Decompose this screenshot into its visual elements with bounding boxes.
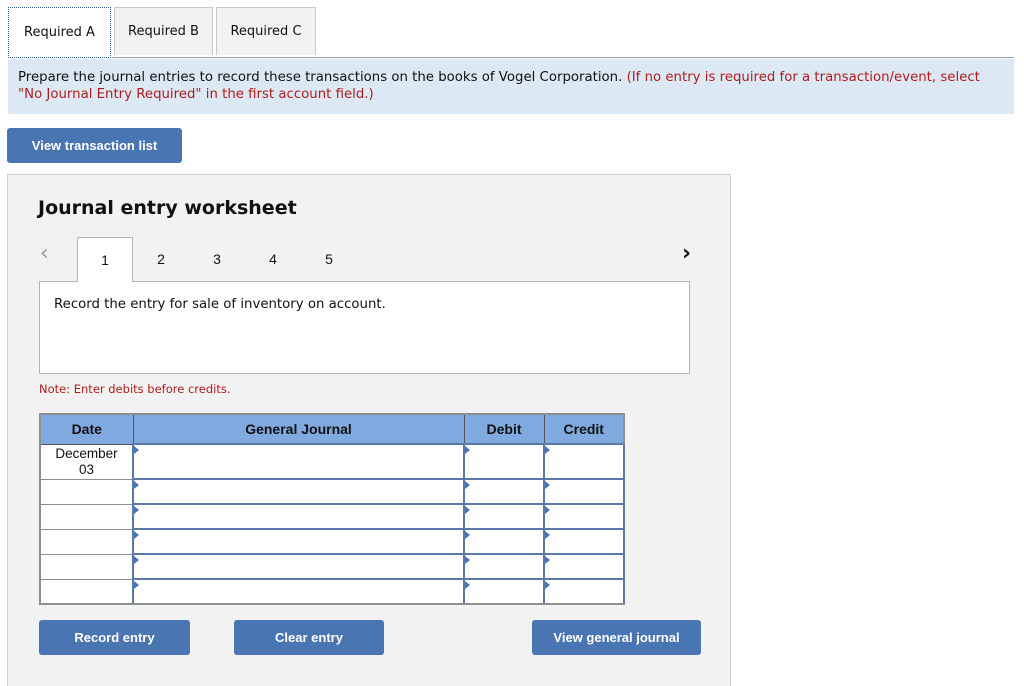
tab-required-a[interactable]: Required A bbox=[8, 7, 111, 58]
journal-table-header: Date General Journal Debit Credit bbox=[39, 413, 625, 445]
view-transaction-list-button[interactable]: View transaction list bbox=[7, 128, 182, 163]
worksheet-title: Journal entry worksheet bbox=[38, 197, 297, 219]
dropdown-indicator-icon bbox=[465, 506, 470, 514]
debit-cell[interactable] bbox=[463, 553, 547, 580]
credit-input[interactable] bbox=[545, 444, 627, 479]
debit-cell[interactable] bbox=[463, 443, 547, 480]
account-input[interactable] bbox=[134, 479, 467, 504]
date-month: December bbox=[55, 445, 118, 461]
tabs-divider bbox=[112, 57, 1014, 58]
date-cell bbox=[39, 553, 134, 580]
account-input[interactable] bbox=[134, 554, 467, 579]
credit-cell[interactable] bbox=[543, 553, 627, 580]
debit-cell[interactable] bbox=[463, 503, 547, 530]
date-cell: December 03 bbox=[39, 443, 134, 480]
chevron-right-icon[interactable]: › bbox=[682, 241, 691, 266]
step-tab-2[interactable]: 2 bbox=[133, 237, 189, 281]
date-cell bbox=[39, 578, 134, 605]
account-input[interactable] bbox=[134, 444, 467, 479]
debit-input[interactable] bbox=[465, 529, 547, 554]
account-cell[interactable] bbox=[132, 478, 467, 505]
debit-input[interactable] bbox=[465, 444, 547, 479]
header-credit: Credit bbox=[543, 413, 625, 445]
date-cell bbox=[39, 478, 134, 505]
dropdown-indicator-icon bbox=[465, 581, 470, 589]
instructions-text: Prepare the journal entries to record th… bbox=[18, 70, 627, 85]
entry-description: Record the entry for sale of inventory o… bbox=[39, 281, 690, 374]
credit-input[interactable] bbox=[545, 504, 627, 529]
view-general-journal-button[interactable]: View general journal bbox=[532, 620, 701, 655]
dropdown-indicator-icon bbox=[545, 556, 550, 564]
table-row bbox=[39, 503, 627, 530]
date-cell bbox=[39, 503, 134, 530]
tab-required-b[interactable]: Required B bbox=[114, 7, 213, 55]
credit-input[interactable] bbox=[545, 479, 627, 504]
table-row bbox=[39, 478, 627, 505]
account-cell[interactable] bbox=[132, 503, 467, 530]
header-general-journal: General Journal bbox=[132, 413, 465, 445]
debit-input[interactable] bbox=[465, 554, 547, 579]
dropdown-indicator-icon bbox=[465, 446, 470, 454]
debit-cell[interactable] bbox=[463, 528, 547, 555]
dropdown-indicator-icon bbox=[545, 531, 550, 539]
dropdown-indicator-icon bbox=[545, 506, 550, 514]
debit-input[interactable] bbox=[465, 479, 547, 504]
entry-note: Note: Enter debits before credits. bbox=[39, 382, 231, 396]
chevron-left-icon[interactable]: ‹ bbox=[40, 241, 49, 266]
requirement-tabs: Required A Required B Required C bbox=[8, 7, 319, 58]
tab-required-c[interactable]: Required C bbox=[216, 7, 316, 55]
credit-cell[interactable] bbox=[543, 503, 627, 530]
dropdown-indicator-icon bbox=[465, 481, 470, 489]
dropdown-indicator-icon bbox=[134, 506, 139, 514]
dropdown-indicator-icon bbox=[134, 481, 139, 489]
dropdown-indicator-icon bbox=[134, 581, 139, 589]
dropdown-indicator-icon bbox=[134, 556, 139, 564]
credit-cell[interactable] bbox=[543, 578, 627, 605]
instructions-banner: Prepare the journal entries to record th… bbox=[8, 59, 1014, 114]
header-date: Date bbox=[39, 413, 134, 445]
header-debit: Debit bbox=[463, 413, 545, 445]
credit-input[interactable] bbox=[545, 579, 627, 604]
journal-entry-worksheet: Journal entry worksheet ‹ 1 2 3 4 5 › Re… bbox=[7, 174, 731, 686]
account-cell[interactable] bbox=[132, 443, 467, 480]
dropdown-indicator-icon bbox=[545, 481, 550, 489]
account-cell[interactable] bbox=[132, 553, 467, 580]
dropdown-indicator-icon bbox=[134, 446, 139, 454]
account-input[interactable] bbox=[134, 579, 467, 604]
credit-cell[interactable] bbox=[543, 478, 627, 505]
journal-table: Date General Journal Debit Credit Decemb… bbox=[39, 413, 627, 605]
debit-input[interactable] bbox=[465, 504, 547, 529]
dropdown-indicator-icon bbox=[465, 556, 470, 564]
date-cell bbox=[39, 528, 134, 555]
dropdown-indicator-icon bbox=[545, 446, 550, 454]
step-tab-3[interactable]: 3 bbox=[189, 237, 245, 281]
account-input[interactable] bbox=[134, 504, 467, 529]
account-cell[interactable] bbox=[132, 528, 467, 555]
table-row bbox=[39, 578, 627, 605]
account-cell[interactable] bbox=[132, 578, 467, 605]
dropdown-indicator-icon bbox=[465, 531, 470, 539]
debit-cell[interactable] bbox=[463, 478, 547, 505]
dropdown-indicator-icon bbox=[545, 581, 550, 589]
credit-input[interactable] bbox=[545, 529, 627, 554]
step-tabs: 1 2 3 4 5 bbox=[77, 237, 357, 282]
step-tab-5[interactable]: 5 bbox=[301, 237, 357, 281]
step-tab-1[interactable]: 1 bbox=[77, 237, 133, 282]
table-row: December 03 bbox=[39, 443, 627, 480]
debit-cell[interactable] bbox=[463, 578, 547, 605]
table-row bbox=[39, 553, 627, 580]
dropdown-indicator-icon bbox=[134, 531, 139, 539]
clear-entry-button[interactable]: Clear entry bbox=[234, 620, 384, 655]
credit-input[interactable] bbox=[545, 554, 627, 579]
date-day: 03 bbox=[78, 461, 95, 477]
credit-cell[interactable] bbox=[543, 443, 627, 480]
table-row bbox=[39, 528, 627, 555]
account-input[interactable] bbox=[134, 529, 467, 554]
debit-input[interactable] bbox=[465, 579, 547, 604]
record-entry-button[interactable]: Record entry bbox=[39, 620, 190, 655]
step-tab-4[interactable]: 4 bbox=[245, 237, 301, 281]
credit-cell[interactable] bbox=[543, 528, 627, 555]
